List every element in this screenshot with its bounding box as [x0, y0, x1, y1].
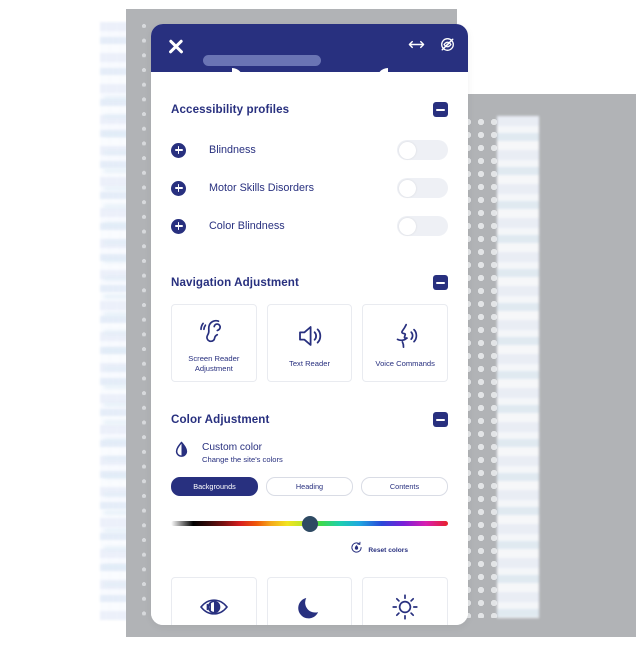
card-label: Text Reader — [289, 358, 330, 368]
profile-toggle-motor-skills-disorders[interactable] — [397, 178, 448, 198]
pill-backgrounds[interactable]: Backgrounds — [171, 477, 258, 496]
accessibility-widget-panel: Accessibility Widget Accessibility profi… — [151, 24, 468, 625]
profile-label: Color Blindness — [209, 220, 285, 232]
collapse-navigation-button[interactable] — [433, 275, 448, 290]
section-title-color: Color Adjustment — [171, 413, 270, 426]
plus-icon[interactable] — [171, 218, 186, 234]
close-icon[interactable] — [165, 35, 187, 57]
resize-horizontal-icon[interactable] — [408, 36, 425, 53]
custom-color-subtitle: Change the site's colors — [202, 455, 283, 464]
profile-row-blindness[interactable]: Blindness — [171, 131, 448, 169]
profile-label: Motor Skills Disorders — [209, 182, 314, 194]
profiles-list: Blindness Motor Skills Disorders Color B… — [171, 131, 448, 245]
dot-pattern-left — [140, 22, 148, 622]
section-header-color: Color Adjustment — [171, 382, 448, 427]
reset-colors-label: Reset colors — [368, 546, 408, 554]
pill-contents[interactable]: Contents — [361, 477, 448, 496]
collapse-color-button[interactable] — [433, 412, 448, 427]
widget-header — [151, 24, 468, 72]
section-header-profiles: Accessibility profiles — [171, 72, 448, 117]
speaker-icon — [294, 317, 326, 355]
collapse-profiles-button[interactable] — [433, 102, 448, 117]
custom-color-row[interactable]: Custom color Change the site's colors — [171, 440, 448, 466]
section-title-navigation: Navigation Adjustment — [171, 276, 299, 289]
card-label: Voice Commands — [375, 358, 435, 368]
custom-color-title: Custom color — [202, 442, 263, 453]
section-header-navigation: Navigation Adjustment — [171, 245, 448, 290]
color-hue-slider[interactable] — [171, 515, 448, 533]
card-screen-reader-adjustment[interactable]: Screen Reader Adjustment — [171, 304, 257, 382]
plus-icon[interactable] — [171, 180, 186, 196]
navigation-cards: Screen Reader Adjustment Text Reader Voi… — [171, 304, 449, 382]
eye-monochrome-icon — [197, 588, 231, 625]
toggle-knob — [398, 217, 416, 235]
search-input[interactable] — [203, 55, 321, 66]
face-speaking-icon — [389, 317, 421, 355]
profile-toggle-color-blindness[interactable] — [397, 216, 448, 236]
profile-row-color-blindness[interactable]: Color Blindness — [171, 207, 448, 245]
section-title-profiles: Accessibility profiles — [171, 103, 290, 116]
card-monochrome[interactable]: Monochrome — [171, 577, 257, 625]
widget-body: Accessibility profiles Blindness Motor S… — [151, 72, 468, 625]
card-voice-commands[interactable]: Voice Commands — [362, 304, 449, 382]
plus-icon[interactable] — [171, 142, 186, 158]
color-target-pills: Backgrounds Heading Contents — [171, 477, 448, 496]
screenshot-root: Accessibility Widget Accessibility profi… — [0, 0, 636, 646]
hide-eye-icon[interactable] — [439, 36, 456, 53]
profile-toggle-blindness[interactable] — [397, 140, 448, 160]
card-bright-high-contrast[interactable]: Bright High-Contrast — [362, 577, 449, 625]
header-icon-group — [408, 36, 456, 53]
profile-label: Blindness — [209, 144, 256, 156]
toggle-knob — [398, 141, 416, 159]
background-blur-right — [497, 116, 539, 618]
ear-icon — [198, 312, 230, 350]
card-dark-high-contrast[interactable]: Dark High-Contrast — [266, 577, 353, 625]
slider-handle[interactable] — [301, 515, 318, 532]
card-label: Screen Reader Adjustment — [188, 353, 240, 373]
reset-droplet-icon — [350, 541, 363, 559]
toggle-knob — [398, 179, 416, 197]
card-text-reader[interactable]: Text Reader — [266, 304, 353, 382]
custom-color-text: Custom color Change the site's colors — [202, 442, 283, 464]
contrast-mode-cards: Monochrome Dark High-Contrast — [171, 577, 449, 625]
sun-icon — [389, 588, 421, 625]
moon-icon — [295, 588, 325, 625]
reset-colors-button[interactable]: Reset colors — [171, 541, 448, 559]
droplet-half-icon — [171, 440, 192, 466]
profile-row-motor-skills-disorders[interactable]: Motor Skills Disorders — [171, 169, 448, 207]
pill-heading[interactable]: Heading — [266, 477, 353, 496]
